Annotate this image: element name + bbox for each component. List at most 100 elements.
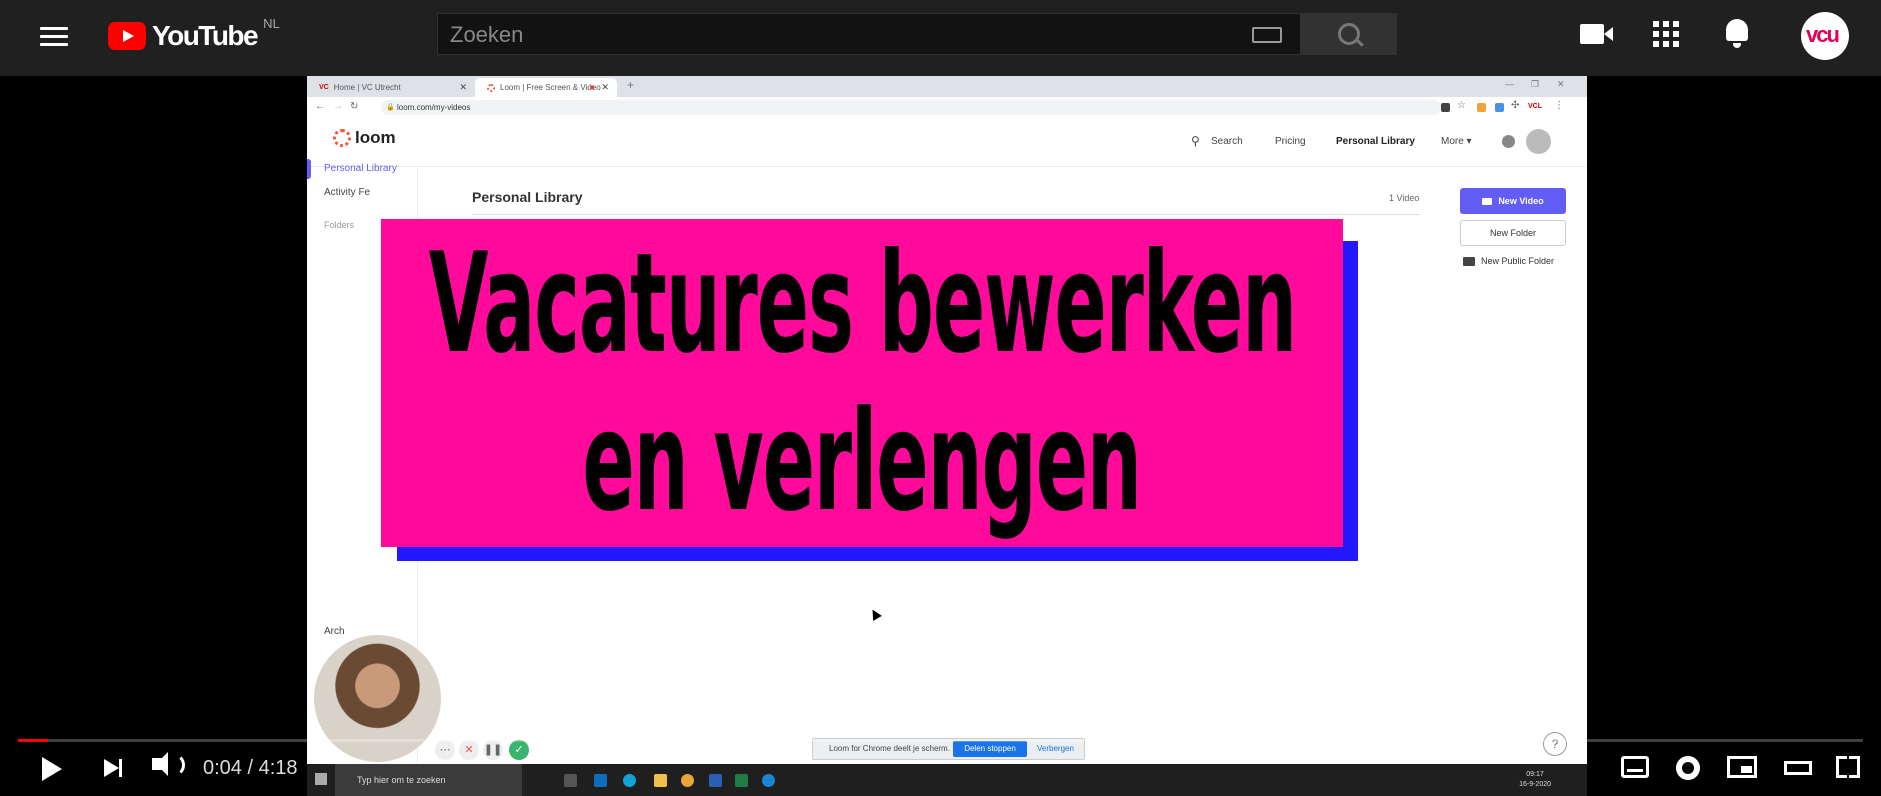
- search-input[interactable]: [448, 20, 1232, 50]
- webcam-bubble: [314, 635, 441, 762]
- puzzle-extensions-icon[interactable]: ✣: [1511, 100, 1519, 111]
- theater-mode-icon[interactable]: [1784, 761, 1812, 775]
- internet-explorer-icon[interactable]: [762, 774, 775, 787]
- help-button[interactable]: ?: [1543, 732, 1567, 756]
- search-icon[interactable]: ⚲: [1191, 134, 1200, 148]
- total-time: 4:18: [258, 757, 298, 779]
- windows-start-icon[interactable]: [315, 773, 327, 785]
- bookmark-star-icon[interactable]: ☆: [1457, 100, 1466, 111]
- tab-title: Loom | Free Screen & Video: [500, 83, 601, 92]
- hide-button[interactable]: Verbergen: [1037, 744, 1074, 753]
- taskbar-search[interactable]: Typ hier om te zoeken: [335, 764, 522, 796]
- country-code: NL: [263, 16, 280, 31]
- notification-icon[interactable]: [1502, 135, 1515, 148]
- lock-icon: 🔒: [386, 104, 395, 111]
- subtitles-icon[interactable]: [1621, 756, 1649, 778]
- url-bar[interactable]: 🔒 loom.com/my-videos: [381, 100, 1441, 115]
- browser-tab-vc-utrecht[interactable]: VC Home | VC Utrecht ✕: [307, 78, 475, 97]
- chrome-menu-icon[interactable]: ⋮: [1554, 100, 1564, 111]
- divider: [472, 214, 1420, 215]
- notifications-bell-icon[interactable]: [1726, 19, 1748, 48]
- sidebar-item-archive[interactable]: Arch: [324, 626, 345, 637]
- new-public-folder-label: New Public Folder: [1481, 256, 1555, 266]
- camera-icon: [1482, 197, 1493, 205]
- apps-icon[interactable]: [1653, 21, 1679, 47]
- search-button[interactable]: [1301, 13, 1397, 55]
- play-icon[interactable]: [42, 757, 62, 781]
- new-public-folder-link[interactable]: New Public Folder: [1463, 256, 1554, 266]
- vcl-extension-icon[interactable]: VCL: [1528, 103, 1542, 110]
- loom-avatar[interactable]: [1526, 129, 1551, 154]
- avatar[interactable]: vcu: [1801, 12, 1849, 60]
- extension-icon[interactable]: [1477, 103, 1486, 112]
- close-tab-icon[interactable]: ✕: [601, 82, 609, 93]
- maximize-icon[interactable]: ❐: [1531, 79, 1539, 90]
- new-tab-icon[interactable]: +: [627, 78, 634, 92]
- nav-more[interactable]: More ▾: [1441, 136, 1472, 147]
- recording-dot-icon: ●: [589, 82, 595, 92]
- video-player[interactable]: VC Home | VC Utrecht ✕ Loom | Free Scree…: [307, 76, 1587, 796]
- time-display: 0:04 / 4:18: [203, 757, 298, 780]
- settings-gear-icon[interactable]: [1676, 756, 1700, 780]
- create-video-icon[interactable]: [1580, 24, 1613, 44]
- nav-search[interactable]: Search: [1211, 136, 1243, 147]
- search-icon: [1338, 23, 1360, 45]
- youtube-logo[interactable]: YouTube NL: [108, 16, 280, 54]
- back-icon[interactable]: ←: [315, 101, 325, 112]
- sidebar-item-activity[interactable]: Activity Fe: [324, 187, 370, 198]
- youtube-header: YouTube NL vcu: [0, 0, 1881, 76]
- close-window-icon[interactable]: ✕: [1557, 79, 1565, 90]
- page-title: Personal Library: [472, 189, 583, 205]
- youtube-wordmark: YouTube: [152, 20, 259, 51]
- taskbar-search-text: Typ hier om te zoeken: [357, 775, 446, 785]
- folder-icon: [1463, 256, 1475, 266]
- file-explorer-icon[interactable]: [654, 774, 667, 787]
- windows-taskbar: Typ hier om te zoeken 09:17 16-9-2020: [307, 764, 1587, 796]
- nav-personal-library[interactable]: Personal Library: [1336, 136, 1415, 147]
- word-icon[interactable]: [709, 774, 722, 787]
- progress-bar[interactable]: [18, 739, 1863, 742]
- stop-sharing-button[interactable]: Delen stoppen: [953, 741, 1027, 757]
- search-box: [437, 13, 1301, 55]
- minimize-icon[interactable]: —: [1505, 79, 1514, 89]
- task-view-icon[interactable]: [564, 774, 577, 787]
- youtube-play-icon: [108, 22, 146, 50]
- nav-pricing[interactable]: Pricing: [1275, 136, 1306, 147]
- sidebar-item-personal-library[interactable]: Personal Library: [324, 163, 397, 174]
- close-tab-icon[interactable]: ✕: [459, 82, 467, 93]
- new-video-label: New Video: [1498, 196, 1544, 206]
- title-card: Vacatures bewerken en verlengen: [381, 219, 1343, 547]
- forward-icon[interactable]: →: [333, 101, 343, 112]
- clock-time: 09:17: [1526, 771, 1544, 778]
- edge-icon[interactable]: [623, 774, 636, 787]
- keyboard-icon[interactable]: [1252, 27, 1282, 43]
- outlook-icon[interactable]: [594, 774, 607, 787]
- browser-tab-loom[interactable]: Loom | Free Screen & Video ● ✕: [475, 78, 617, 97]
- excel-icon[interactable]: [735, 774, 748, 787]
- current-time: 0:04: [203, 757, 242, 779]
- fullscreen-icon[interactable]: [1836, 756, 1860, 778]
- extension-icon[interactable]: [1495, 103, 1504, 112]
- reload-icon[interactable]: ↻: [350, 101, 358, 112]
- loom-logo[interactable]: loom: [333, 128, 396, 148]
- camera-extension-icon[interactable]: [1441, 103, 1450, 112]
- loom-cancel-icon[interactable]: ✕: [459, 740, 479, 760]
- loom-pause-icon[interactable]: ❚❚: [483, 740, 503, 760]
- share-text: Loom for Chrome deelt je scherm.: [829, 744, 950, 753]
- loom-more-icon[interactable]: ⋯: [435, 740, 455, 760]
- sidebar-folders-heading: Folders: [324, 220, 355, 230]
- loom-finish-icon[interactable]: ✓: [509, 740, 529, 760]
- chrome-icon[interactable]: [681, 774, 694, 787]
- menu-icon[interactable]: [36, 22, 72, 52]
- progress-played: [18, 739, 48, 742]
- video-count: 1 Video: [1389, 193, 1420, 203]
- new-video-button[interactable]: New Video: [1460, 188, 1566, 214]
- title-card-line-2: en verlengen: [582, 381, 1143, 542]
- loom-favicon: [487, 83, 495, 92]
- volume-icon[interactable]: [152, 752, 185, 777]
- vc-favicon: VC: [319, 84, 329, 91]
- next-icon[interactable]: [104, 759, 122, 777]
- new-folder-button[interactable]: New Folder: [1460, 220, 1566, 246]
- taskbar-clock[interactable]: 09:17 16-9-2020: [1519, 770, 1551, 790]
- miniplayer-icon[interactable]: [1727, 756, 1757, 778]
